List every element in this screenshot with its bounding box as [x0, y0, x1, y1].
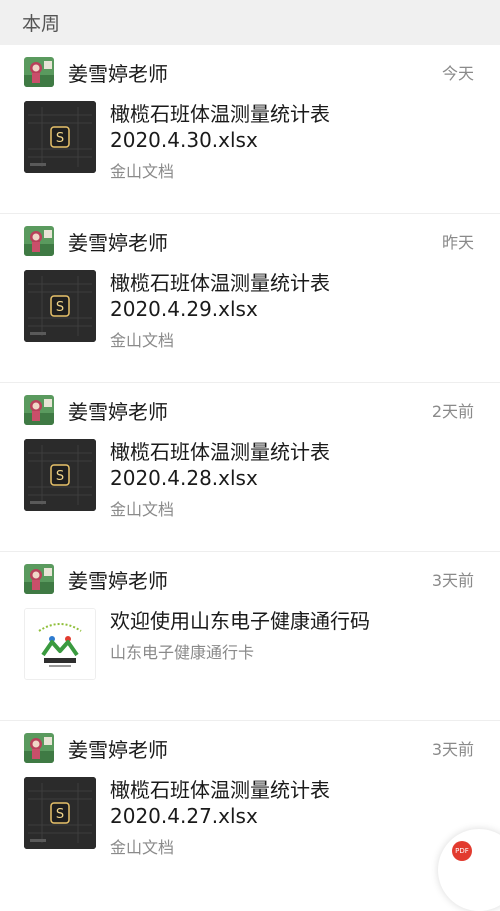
message-list: 姜雪婷老师 今天 S 橄榄石班体温测量统计表 2020.4.30.xlsx 金山…: [0, 45, 500, 890]
avatar[interactable]: [24, 395, 54, 425]
sender-name: 姜雪婷老师: [68, 61, 168, 86]
sender-name: 姜雪婷老师: [68, 230, 168, 255]
pdf-icon: PDF: [452, 841, 472, 861]
list-item[interactable]: 姜雪婷老师 2天前 S 橄榄石班体温测量统计表 2020.4.28.xlsx 金…: [0, 383, 500, 552]
svg-text:S: S: [56, 300, 64, 315]
svg-text:S: S: [56, 131, 64, 146]
timestamp: 昨天: [441, 233, 474, 252]
timestamp: 3天前: [431, 740, 474, 759]
document-card[interactable]: S 橄榄石班体温测量统计表 2020.4.30.xlsx 金山文档: [24, 101, 480, 182]
document-source: 金山文档: [110, 500, 175, 519]
sender-row: 姜雪婷老师 今天: [24, 55, 474, 89]
document-source: 金山文档: [110, 838, 175, 857]
avatar[interactable]: [24, 564, 54, 594]
document-title: 欢迎使用山东电子健康通行码: [110, 609, 370, 633]
timestamp: 2天前: [431, 402, 474, 421]
timestamp: 今天: [441, 64, 474, 83]
avatar[interactable]: [24, 57, 54, 87]
document-source: 金山文档: [110, 162, 175, 181]
health-code-logo-icon: [24, 608, 96, 680]
list-item[interactable]: 姜雪婷老师 3天前 S 橄榄石班体温测量统计表 2020.4.27.xlsx 金…: [0, 721, 500, 890]
document-title: 橄榄石班体温测量统计表 2020.4.29.xlsx: [110, 271, 330, 321]
section-title: 本周: [22, 13, 61, 35]
sender-row: 姜雪婷老师 3天前: [24, 731, 474, 765]
document-card[interactable]: S 橄榄石班体温测量统计表 2020.4.27.xlsx 金山文档: [24, 777, 480, 858]
avatar[interactable]: [24, 226, 54, 256]
document-source: 金山文档: [110, 331, 175, 350]
document-source: 山东电子健康通行卡: [110, 643, 255, 662]
sender-row: 姜雪婷老师 2天前: [24, 393, 474, 427]
document-title: 橄榄石班体温测量统计表 2020.4.28.xlsx: [110, 440, 330, 490]
document-card[interactable]: S 橄榄石班体温测量统计表 2020.4.28.xlsx 金山文档: [24, 439, 480, 520]
section-header: 本周: [0, 0, 500, 45]
sender-row: 姜雪婷老师 3天前: [24, 562, 474, 596]
sender-name: 姜雪婷老师: [68, 399, 168, 424]
svg-text:S: S: [56, 469, 64, 484]
spreadsheet-thumbnail-icon: S: [24, 101, 96, 173]
spreadsheet-thumbnail-icon: S: [24, 270, 96, 342]
sender-row: 姜雪婷老师 昨天: [24, 224, 474, 258]
timestamp: 3天前: [431, 571, 474, 590]
document-title: 橄榄石班体温测量统计表 2020.4.27.xlsx: [110, 778, 330, 828]
document-card[interactable]: S 橄榄石班体温测量统计表 2020.4.29.xlsx 金山文档: [24, 270, 480, 351]
avatar[interactable]: [24, 733, 54, 763]
sender-name: 姜雪婷老师: [68, 568, 168, 593]
list-item[interactable]: 姜雪婷老师 3天前 欢迎使用山东电子健康通行码 山东电子健康通行卡: [0, 552, 500, 721]
document-card[interactable]: 欢迎使用山东电子健康通行码 山东电子健康通行卡: [24, 608, 480, 680]
svg-text:S: S: [56, 807, 64, 822]
list-item[interactable]: 姜雪婷老师 今天 S 橄榄石班体温测量统计表 2020.4.30.xlsx 金山…: [0, 45, 500, 214]
spreadsheet-thumbnail-icon: S: [24, 439, 96, 511]
spreadsheet-thumbnail-icon: S: [24, 777, 96, 849]
sender-name: 姜雪婷老师: [68, 737, 168, 762]
list-item[interactable]: 姜雪婷老师 昨天 S 橄榄石班体温测量统计表 2020.4.29.xlsx 金山…: [0, 214, 500, 383]
document-title: 橄榄石班体温测量统计表 2020.4.30.xlsx: [110, 102, 330, 152]
